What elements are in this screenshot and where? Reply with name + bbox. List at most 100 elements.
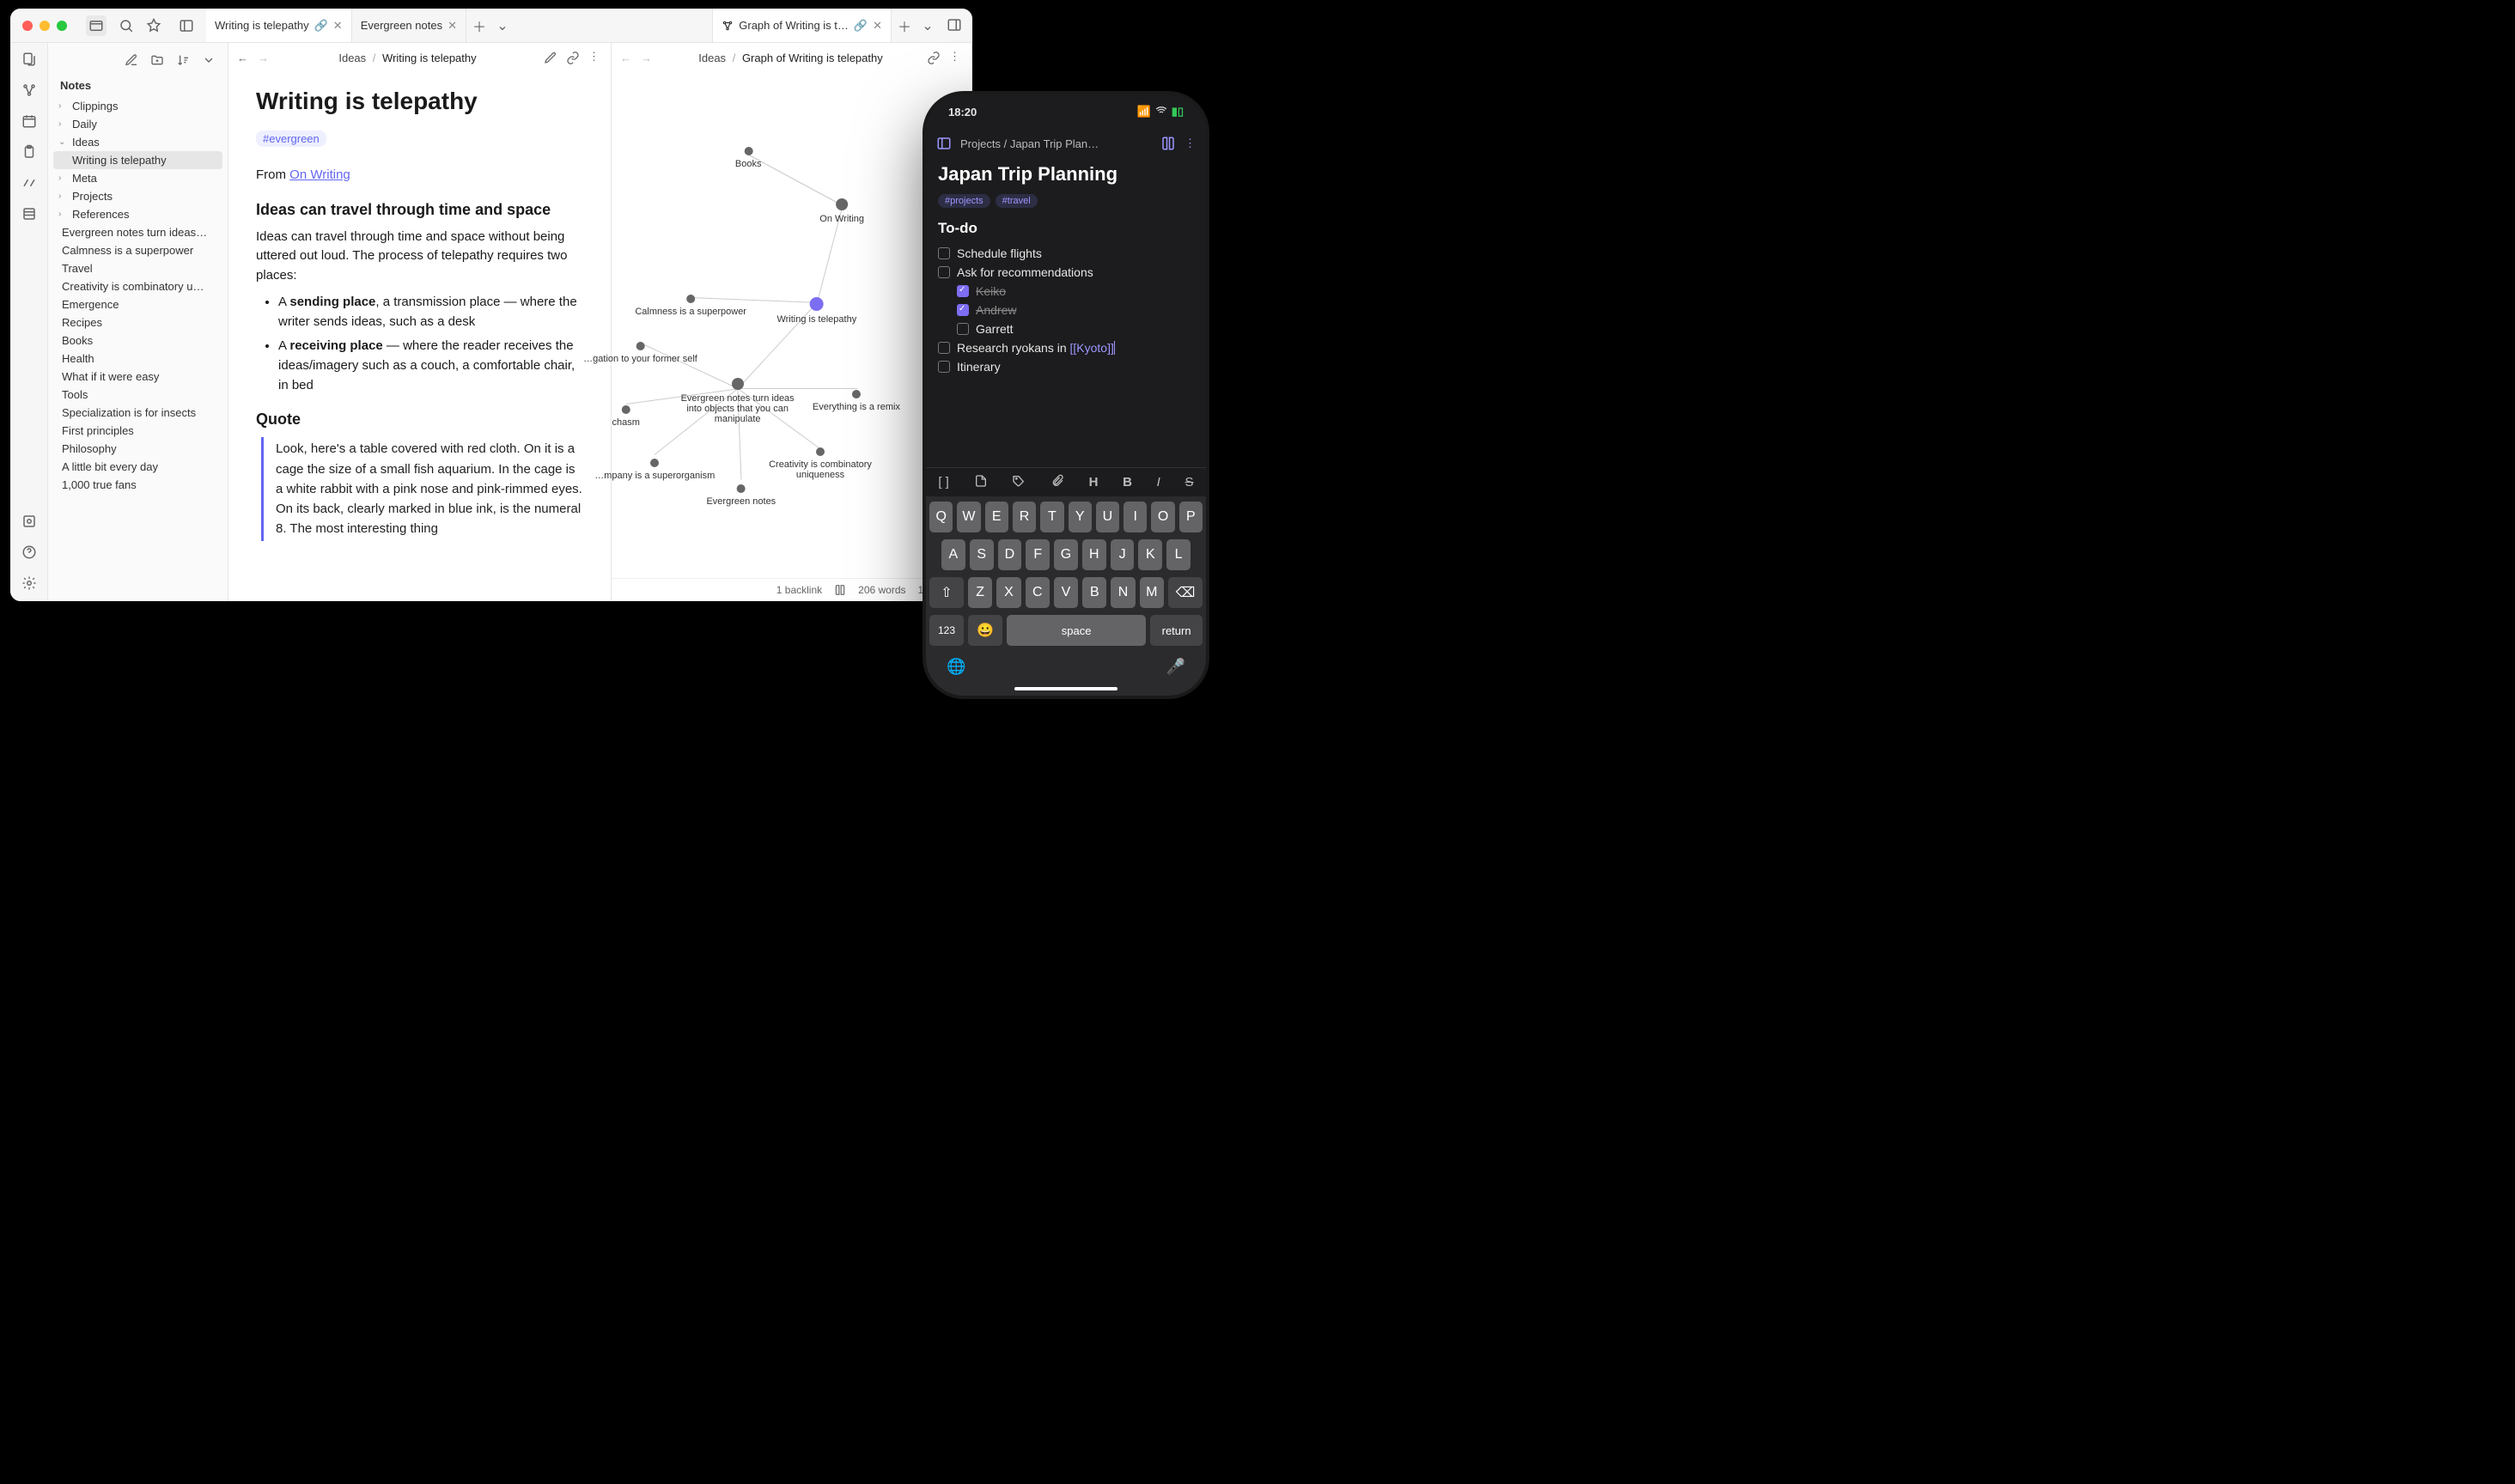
key-s[interactable]: S <box>970 539 994 570</box>
minimize-window-button[interactable] <box>40 21 50 31</box>
todo-item[interactable]: Research ryokans in [[Kyoto]] <box>938 338 1194 357</box>
tag[interactable]: #projects <box>938 194 990 208</box>
key-p[interactable]: P <box>1179 502 1203 532</box>
forward-button[interactable]: → <box>641 52 655 64</box>
close-icon[interactable]: ✕ <box>448 19 457 33</box>
file-item[interactable]: First principles <box>53 422 222 440</box>
tab-writing-is-telepathy[interactable]: Writing is telepathy 🔗 ✕ <box>206 9 352 42</box>
key-e[interactable]: E <box>985 502 1008 532</box>
key-q[interactable]: Q <box>929 502 953 532</box>
file-item[interactable]: Evergreen notes turn ideas… <box>53 223 222 241</box>
emoji-key[interactable]: 😀 <box>968 615 1002 646</box>
key-k[interactable]: K <box>1138 539 1162 570</box>
folder-meta[interactable]: ›Meta <box>53 169 222 187</box>
checkbox[interactable] <box>938 266 950 278</box>
home-indicator[interactable] <box>1014 687 1117 690</box>
graph-node[interactable]: …mpany is a superorganism <box>594 459 715 481</box>
breadcrumb[interactable]: Ideas / Writing is telepathy <box>278 52 537 64</box>
folder-projects[interactable]: ›Projects <box>53 187 222 205</box>
strikethrough-icon[interactable]: S <box>1185 475 1194 490</box>
attachment-icon[interactable] <box>1050 474 1064 491</box>
italic-icon[interactable]: I <box>1157 475 1160 490</box>
sidebar-toggle-icon[interactable] <box>179 18 194 33</box>
close-window-button[interactable] <box>22 21 33 31</box>
back-button[interactable]: ← <box>620 52 634 64</box>
tab-list-chevron-icon[interactable]: ⌄ <box>492 9 513 42</box>
wikilink-on-writing[interactable]: On Writing <box>289 167 350 182</box>
template-icon[interactable] <box>21 206 37 222</box>
link-pane-icon[interactable] <box>566 50 580 66</box>
file-item[interactable]: Philosophy <box>53 440 222 458</box>
link-pane-icon[interactable] <box>927 50 941 66</box>
vault-icon[interactable] <box>21 514 37 529</box>
key-x[interactable]: X <box>996 577 1020 608</box>
return-key[interactable]: return <box>1150 615 1203 646</box>
graph-canvas[interactable]: BooksOn WritingCalmness is a superpowerW… <box>612 74 971 601</box>
phone-editor[interactable]: Japan Trip Planning #projects#travel To-… <box>926 158 1206 376</box>
backlinks-count[interactable]: 1 backlink <box>776 584 822 596</box>
mic-icon[interactable]: 🎤 <box>1166 658 1185 676</box>
file-icon[interactable] <box>974 474 988 491</box>
checkbox[interactable] <box>938 342 950 354</box>
reading-mode-icon[interactable] <box>834 584 846 596</box>
graph-node[interactable]: chasm <box>612 405 640 428</box>
tag[interactable]: #travel <box>996 194 1038 208</box>
sidebar-toggle-icon[interactable] <box>936 136 952 151</box>
close-icon[interactable]: ✕ <box>333 19 343 33</box>
key-a[interactable]: A <box>941 539 965 570</box>
forward-button[interactable]: → <box>258 52 271 64</box>
sort-icon[interactable] <box>176 53 190 67</box>
checkbox[interactable] <box>957 323 969 335</box>
new-note-icon[interactable] <box>125 53 138 67</box>
checkbox[interactable] <box>957 285 969 297</box>
graph-node[interactable]: …gation to your former self <box>583 342 697 364</box>
graph-node[interactable]: On Writing <box>819 198 864 224</box>
key-r[interactable]: R <box>1013 502 1036 532</box>
file-item[interactable]: Books <box>53 331 222 350</box>
file-item[interactable]: Emergence <box>53 295 222 313</box>
backspace-key[interactable]: ⌫ <box>1168 577 1203 608</box>
todo-item[interactable]: Itinerary <box>938 357 1194 376</box>
key-b[interactable]: B <box>1082 577 1106 608</box>
folder-references[interactable]: ›References <box>53 205 222 223</box>
file-item[interactable]: Creativity is combinatory u… <box>53 277 222 295</box>
todo-item[interactable]: Garrett <box>938 319 1194 338</box>
key-n[interactable]: N <box>1111 577 1135 608</box>
brackets-icon[interactable]: [ ] <box>938 475 949 490</box>
breadcrumb[interactable]: Ideas / Graph of Writing is telepathy <box>661 52 920 64</box>
tag-icon[interactable] <box>1012 474 1026 491</box>
file-writing-is-telepathy[interactable]: Writing is telepathy <box>53 151 222 169</box>
editor-content[interactable]: Writing is telepathy #evergreen From On … <box>228 74 611 555</box>
tab-graph-view[interactable]: Graph of Writing is t… 🔗 ✕ <box>712 9 892 42</box>
space-key[interactable]: space <box>1007 615 1146 646</box>
todo-item[interactable]: Keiko <box>938 282 1194 301</box>
todo-item[interactable]: Schedule flights <box>938 244 1194 263</box>
right-sidebar-toggle-icon[interactable] <box>947 17 962 33</box>
file-item[interactable]: Calmness is a superpower <box>53 241 222 259</box>
numbers-key[interactable]: 123 <box>929 615 964 646</box>
file-item[interactable]: Specialization is for insects <box>53 404 222 422</box>
help-icon[interactable] <box>21 544 37 560</box>
file-item[interactable]: Travel <box>53 259 222 277</box>
todo-item[interactable]: Andrew <box>938 301 1194 319</box>
heading-icon[interactable]: H <box>1089 475 1099 490</box>
key-i[interactable]: I <box>1124 502 1147 532</box>
graph-node[interactable]: Evergreen notes <box>706 484 776 507</box>
graph-node[interactable]: Calmness is a superpower <box>635 295 746 317</box>
key-f[interactable]: F <box>1026 539 1050 570</box>
clipboard-icon[interactable] <box>21 144 37 160</box>
key-y[interactable]: Y <box>1069 502 1092 532</box>
key-h[interactable]: H <box>1082 539 1106 570</box>
folder-daily[interactable]: ›Daily <box>53 115 222 133</box>
breadcrumb[interactable]: Projects / Japan Trip Plan… <box>960 137 1152 150</box>
tab-evergreen-notes[interactable]: Evergreen notes ✕ <box>352 9 466 42</box>
key-v[interactable]: V <box>1054 577 1078 608</box>
checkbox[interactable] <box>938 247 950 259</box>
key-z[interactable]: Z <box>968 577 992 608</box>
reading-mode-icon[interactable] <box>1160 136 1176 151</box>
search-icon[interactable] <box>119 18 134 33</box>
more-menu-icon[interactable]: ⋮ <box>949 50 963 66</box>
key-c[interactable]: C <box>1026 577 1050 608</box>
maximize-window-button[interactable] <box>57 21 67 31</box>
bold-icon[interactable]: B <box>1123 475 1132 490</box>
